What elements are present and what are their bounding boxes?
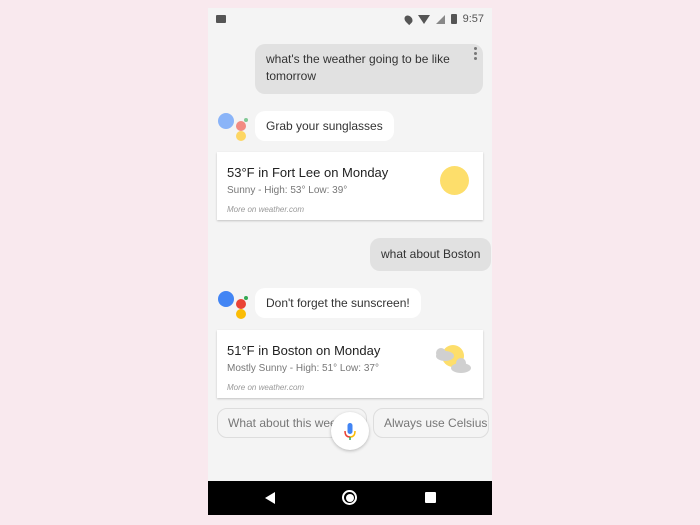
sunny-icon [440, 166, 469, 195]
image-notification-icon [216, 15, 226, 23]
back-icon[interactable] [265, 492, 275, 504]
user-message-text: what about Boston [381, 247, 481, 261]
weather-source-link[interactable]: More on weather.com [227, 205, 304, 214]
weather-card-title: 53°F in Fort Lee on Monday [227, 165, 389, 180]
weather-source-link[interactable]: More on weather.com [227, 383, 304, 392]
wifi-icon [417, 14, 430, 24]
battery-icon [450, 14, 457, 24]
weather-card[interactable]: 53°F in Fort Lee on Monday Sunny - High:… [217, 152, 483, 220]
assistant-message-text: Don't forget the sunscreen! [266, 296, 410, 310]
navigation-bar [208, 481, 492, 515]
weather-card[interactable]: 51°F in Boston on Monday Mostly Sunny - … [217, 330, 483, 398]
assistant-message-bubble: Don't forget the sunscreen! [255, 288, 421, 318]
suggestion-chip-label: Always use Celsius [384, 416, 488, 430]
user-message-text: what's the weather going to be like tomo… [266, 52, 450, 83]
no-signal-icon [435, 14, 445, 24]
microphone-icon [344, 423, 356, 440]
suggestion-chip[interactable]: Always use Celsius [373, 408, 489, 438]
partly-cloudy-icon [436, 345, 471, 373]
status-bar: 9:57 [208, 8, 492, 30]
assistant-logo-icon [218, 111, 254, 143]
location-icon [402, 13, 414, 25]
user-message-bubble[interactable]: what's the weather going to be like tomo… [255, 44, 483, 94]
more-options-icon[interactable] [474, 47, 478, 60]
microphone-button[interactable] [331, 412, 369, 450]
user-message-bubble[interactable]: what about Boston [370, 238, 492, 271]
recent-apps-icon[interactable] [425, 492, 436, 503]
clock: 9:57 [462, 13, 484, 25]
assistant-message-bubble: Grab your sunglasses [255, 111, 394, 141]
assistant-logo-icon [218, 289, 254, 321]
assistant-message-text: Grab your sunglasses [266, 119, 383, 133]
phone-screen: 9:57 what's the weather going to be like… [208, 8, 492, 515]
weather-card-subtitle: Sunny - High: 53° Low: 39° [227, 185, 348, 196]
weather-card-title: 51°F in Boston on Monday [227, 343, 381, 358]
weather-card-subtitle: Mostly Sunny - High: 51° Low: 37° [227, 363, 379, 374]
home-icon[interactable] [342, 490, 357, 505]
